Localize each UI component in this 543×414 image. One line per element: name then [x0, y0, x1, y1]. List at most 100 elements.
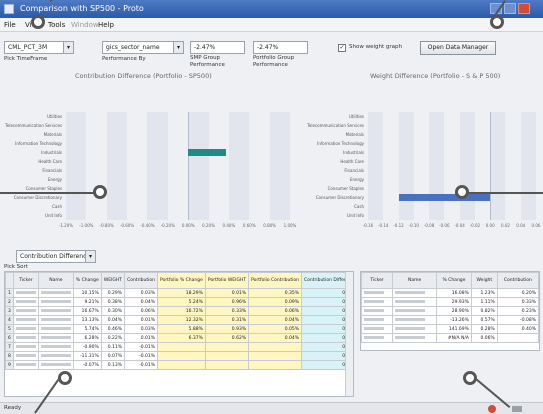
menu-tools[interactable]: Tools: [48, 20, 65, 30]
table-cell: [37, 288, 74, 298]
table-row[interactable]: 7-0.90%0.11%-0.01%0.01%: [5, 342, 353, 352]
table-row[interactable]: 28.90% 0.82% 0.23%: [361, 306, 539, 316]
menu-window[interactable]: Window: [71, 20, 99, 30]
column-header[interactable]: Portfolio Contribution: [248, 272, 302, 289]
table-cell: [12, 306, 39, 316]
table-cell: 0.22%: [100, 333, 126, 343]
table-cell: -11.31%: [72, 351, 102, 361]
column-header[interactable]: Name: [37, 272, 74, 289]
table-row[interactable]: 8-11.31%0.07%-0.01%0.01%: [5, 351, 353, 361]
table-cell: 0.28%: [470, 324, 498, 334]
column-header[interactable]: [5, 272, 14, 289]
main-table-scrollbar[interactable]: [345, 272, 353, 396]
table-cell: [248, 342, 302, 352]
tick-label: -0.80%: [99, 223, 114, 228]
column-header[interactable]: Ticker: [12, 272, 39, 289]
column-header[interactable]: Ticker: [361, 272, 394, 289]
category-label: Energy: [349, 176, 364, 182]
grid-band: [490, 112, 506, 220]
table-cell: 16.08%: [436, 288, 472, 298]
menu-help[interactable]: Help: [98, 20, 114, 30]
table-cell: 1.11%: [470, 297, 498, 307]
table-row[interactable]: 110.15%0.29%0.03%18.29%0.01%0.35%0.03%: [5, 288, 353, 298]
table-cell: 0.31%: [204, 315, 250, 325]
close-button[interactable]: [518, 3, 530, 14]
table-cell: -0.08%: [496, 315, 539, 325]
table-cell: [12, 297, 39, 307]
tick-label: -0.20%: [160, 223, 175, 228]
column-header[interactable]: % Change: [72, 272, 102, 289]
maximize-button[interactable]: [504, 3, 516, 14]
category-label: Information Technology: [15, 140, 62, 146]
tick-label: 0.60%: [242, 223, 256, 228]
table-row[interactable]: 316.67%0.30%0.06%16.72%0.33%0.06%0.05%: [5, 306, 353, 316]
callout-dot: [455, 185, 469, 199]
table-row[interactable]: 29.21%0.38%0.04%5.24%0.96%0.09%0.05%: [5, 297, 353, 307]
table-cell: 0.06%: [124, 306, 159, 316]
table-cell: 10.15%: [72, 288, 102, 298]
table-cell: [361, 333, 394, 343]
column-header[interactable]: WEIGHT: [100, 272, 126, 289]
table-row[interactable]: -13.26% 0.57% -0.08%: [361, 315, 539, 325]
table-cell: [204, 342, 250, 352]
table-cell: 4: [5, 315, 14, 325]
table-row[interactable]: 9-0.07%0.13%-0.01%0.01%: [5, 360, 353, 370]
callout-dot: [93, 185, 107, 199]
performance-dropdown[interactable]: gics_sector_name ▾: [102, 41, 184, 54]
table-cell: 0.04%: [100, 315, 126, 325]
weight-chart: Weight Difference (Portfolio - S & P 500…: [300, 70, 543, 245]
table-row[interactable]: #N/A N/A 0.06%: [361, 333, 539, 343]
table-cell: -0.90%: [72, 342, 102, 352]
table-cell: 0.35%: [248, 288, 302, 298]
column-header[interactable]: Portfolio % Change: [157, 272, 206, 289]
chart-title: Weight Difference (Portfolio - S & P 500…: [370, 72, 501, 80]
column-header[interactable]: Portfolio WEIGHT: [204, 272, 250, 289]
table-cell: [157, 351, 206, 361]
table-cell: [361, 306, 394, 316]
show-weight-checkbox[interactable]: ✓: [338, 44, 346, 52]
table-cell: [12, 288, 39, 298]
grid-band: [228, 112, 250, 220]
table-row[interactable]: 29.93% 1.11% 0.33%: [361, 297, 539, 307]
tick-label: 0.00%: [181, 223, 195, 228]
table-cell: [392, 315, 437, 325]
table-row[interactable]: 66.28%0.22%0.01%6.37%0.62%0.04%0.02%: [5, 333, 353, 343]
table-row[interactable]: 413.13%0.04%0.01%12.32%0.31%0.04%0.03%: [5, 315, 353, 325]
grid-band: [368, 112, 384, 220]
smp-group-field[interactable]: -2.47%: [190, 41, 245, 54]
grid-band: [520, 112, 536, 220]
category-label: Energy: [47, 176, 62, 182]
chevron-down-icon: ▾: [63, 42, 73, 53]
portfolio-group-field[interactable]: -2.47%: [253, 41, 308, 54]
category-label: Information Technology: [317, 140, 364, 146]
table-cell: 0.03%: [124, 324, 159, 334]
table-row[interactable]: 55.74%0.46%0.03%5.88%0.93%0.05%0.02%: [5, 324, 353, 334]
timeframe-dropdown[interactable]: CML_PCT_3M ▾: [4, 41, 74, 54]
column-header[interactable]: Contribution: [496, 272, 539, 289]
table-cell: [12, 333, 39, 343]
table-cell: 0.29%: [100, 288, 126, 298]
column-header[interactable]: % Change: [436, 272, 472, 289]
column-header[interactable]: Contribution: [124, 272, 159, 289]
table-cell: 0.03%: [124, 288, 159, 298]
grid-band: [459, 112, 475, 220]
table-cell: 141.69%: [436, 324, 472, 334]
table-row[interactable]: 141.69% 0.28% 0.40%: [361, 324, 539, 334]
category-label: Telecommunication Services: [5, 122, 62, 128]
table-header-row: Ticker Name% Change Weight Contribution: [361, 272, 539, 289]
column-header[interactable]: Weight: [470, 272, 498, 289]
grid-band: [147, 112, 168, 220]
table-cell: 12.32%: [157, 315, 206, 325]
table-cell: 0.93%: [204, 324, 250, 334]
open-data-manager-button[interactable]: Open Data Manager: [420, 41, 496, 55]
category-label: Financials: [42, 167, 62, 173]
column-header[interactable]: Name: [392, 272, 437, 289]
table-cell: [248, 351, 302, 361]
table-cell: [361, 297, 394, 307]
tick-label: 1.00%: [283, 223, 297, 228]
view-select-dropdown[interactable]: Contribution Difference ▾: [16, 250, 96, 263]
side-table: Ticker Name% Change Weight Contribution 16.0…: [361, 272, 539, 343]
table-cell: 0.01%: [124, 333, 159, 343]
table-row[interactable]: 16.08% 1.23% 0.20%: [361, 288, 539, 298]
menu-file[interactable]: File: [4, 20, 16, 30]
